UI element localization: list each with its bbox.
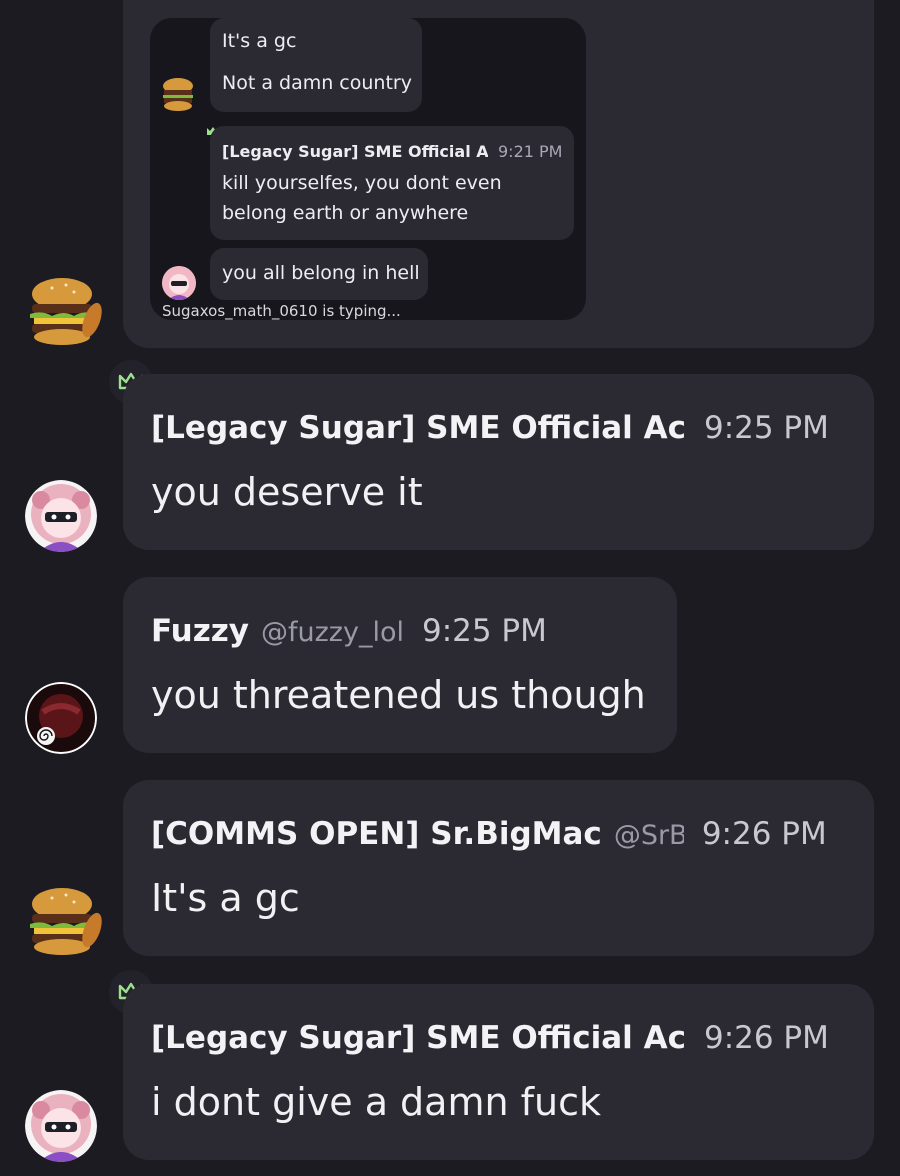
message-bubble[interactable]: [Legacy Sugar] SME Official Ac 9:25 PM y… (123, 374, 874, 550)
avatar-burger-icon[interactable] (22, 270, 102, 350)
message-text: It's a gc (151, 876, 300, 920)
embed-author: [Legacy Sugar] SME Official Ac (222, 142, 488, 161)
author-name[interactable]: [COMMS OPEN] Sr.BigMac (151, 816, 602, 852)
timestamp: 9:25 PM (703, 410, 829, 446)
author-handle[interactable]: @fuzzy_lol (261, 617, 404, 648)
embed-avatar-girl-icon (162, 266, 196, 300)
embed-msg-line-1: kill yourselfes, you dont even (222, 172, 502, 194)
avatar-burger-icon[interactable] (22, 880, 102, 960)
avatar-girl-icon[interactable] (25, 480, 97, 552)
message-bubble[interactable]: Fuzzy @fuzzy_lol 9:25 PM you threatened … (123, 577, 677, 753)
author-name[interactable]: Fuzzy (151, 613, 249, 649)
embed-timestamp: 9:21 PM (498, 142, 563, 161)
message-header: [Legacy Sugar] SME Official Ac 9:25 PM (151, 410, 848, 446)
message-text: you deserve it (151, 470, 423, 514)
author-name[interactable]: [Legacy Sugar] SME Official Ac (151, 1020, 686, 1056)
embed-last-line: you all belong in hell (222, 262, 420, 284)
message-text: you threatened us though (151, 673, 646, 717)
avatar-swirl-icon[interactable] (25, 682, 97, 754)
message-text: i dont give a damn fuck (151, 1080, 602, 1124)
avatar-girl-icon[interactable] (25, 1090, 97, 1162)
embedded-screenshot[interactable]: It's a gc Not a damn country [Legacy Sug… (150, 18, 586, 320)
message-header: [Legacy Sugar] SME Official Ac 9:26 PM (151, 1020, 848, 1056)
embed-msg-line-2: belong earth or anywhere (222, 202, 469, 224)
message-header: Fuzzy @fuzzy_lol 9:25 PM (151, 613, 651, 649)
embed-line-1: It's a gc (222, 30, 297, 52)
message-bubble[interactable]: [COMMS OPEN] Sr.BigMac @SrB 9:26 PM It's… (123, 780, 874, 956)
timestamp: 9:26 PM (701, 816, 827, 852)
timestamp: 9:25 PM (421, 613, 547, 649)
message-header: [COMMS OPEN] Sr.BigMac @SrB 9:26 PM (151, 816, 848, 852)
author-name[interactable]: [Legacy Sugar] SME Official Ac (151, 410, 686, 446)
typing-indicator: Sugaxos_math_0610 is typing... (162, 302, 401, 320)
embed-avatar-burger-icon (158, 74, 198, 114)
timestamp: 9:26 PM (703, 1020, 829, 1056)
embed-line-2: Not a damn country (222, 72, 412, 94)
author-handle[interactable]: @SrB (614, 820, 684, 851)
message-bubble[interactable]: [Legacy Sugar] SME Official Ac 9:26 PM i… (123, 984, 874, 1160)
